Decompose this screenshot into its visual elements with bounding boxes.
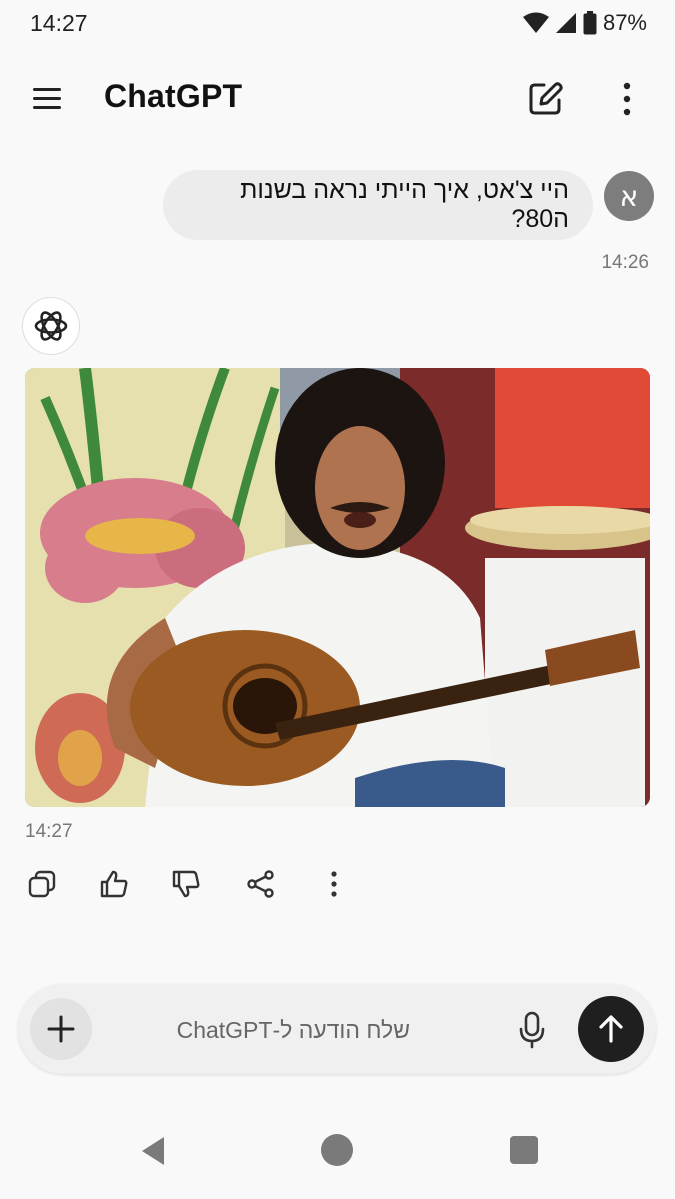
status-icons: 87% (522, 10, 647, 36)
plus-icon (47, 1015, 75, 1043)
message-more-button[interactable] (316, 866, 352, 902)
user-message-time: 14:26 (601, 252, 649, 273)
home-icon[interactable] (321, 1134, 353, 1166)
copy-icon (28, 870, 56, 898)
send-button[interactable] (578, 996, 644, 1062)
new-chat-icon (529, 82, 563, 115)
status-time: 14:27 (30, 10, 88, 36)
recents-icon[interactable] (510, 1136, 538, 1164)
generated-image[interactable] (25, 368, 650, 807)
nav-back-button[interactable] (138, 1135, 168, 1167)
voice-input-button[interactable] (514, 1008, 550, 1052)
menu-button[interactable] (30, 82, 66, 116)
back-icon (142, 1137, 164, 1165)
thumbs-up-icon (100, 870, 128, 898)
more-vertical-icon (623, 82, 631, 116)
user-message-text: היי צ'אט, איך הייתי נראה בשנות ה80? (240, 176, 569, 233)
battery-icon (583, 11, 597, 35)
new-chat-button[interactable] (526, 78, 564, 118)
thumbs-down-icon (172, 870, 200, 898)
share-button[interactable] (243, 866, 279, 902)
attach-button[interactable] (30, 998, 92, 1060)
thumbs-down-button[interactable] (168, 866, 204, 902)
more-options-button[interactable] (616, 80, 638, 118)
thumbs-up-button[interactable] (96, 866, 132, 902)
battery-percent: 87% (602, 10, 647, 35)
menu-icon (33, 88, 61, 109)
message-input[interactable] (110, 1000, 440, 1060)
app-title: ChatGPT (104, 78, 243, 114)
user-message-bubble[interactable]: היי צ'אט, איך הייתי נראה בשנות ה80? (163, 170, 593, 240)
copy-button[interactable] (24, 866, 60, 902)
wifi-icon (522, 12, 549, 33)
more-vertical-icon (331, 871, 337, 897)
cellular-signal-icon (555, 13, 576, 33)
send-arrow-icon (599, 1015, 623, 1043)
user-avatar[interactable]: א (604, 171, 654, 221)
microphone-icon (519, 1011, 545, 1049)
share-icon (247, 870, 274, 898)
assistant-avatar (22, 297, 80, 355)
assistant-message-time: 14:27 (25, 821, 73, 842)
openai-logo-icon (34, 311, 68, 341)
